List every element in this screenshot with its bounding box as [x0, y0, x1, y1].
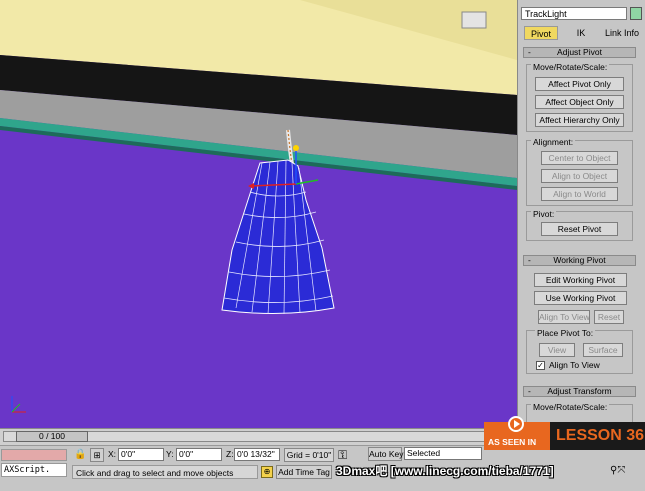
- time-slider-thumb[interactable]: 0 / 100: [16, 431, 88, 442]
- viewport-scene: [0, 0, 517, 428]
- viewport-corner-widget: [461, 11, 487, 29]
- group-label: Move/Rotate/Scale:: [531, 402, 610, 412]
- object-name-field[interactable]: TrackLight: [521, 7, 627, 20]
- align-to-world-button[interactable]: Align to World: [541, 187, 618, 201]
- rollout-adjust-pivot[interactable]: - Adjust Pivot: [523, 47, 636, 58]
- play-icon: [508, 416, 524, 432]
- group-label: Move/Rotate/Scale:: [531, 62, 610, 72]
- edit-working-pivot-button[interactable]: Edit Working Pivot: [534, 273, 627, 287]
- group-label: Place Pivot To:: [535, 328, 596, 338]
- z-coordinate-label: Z:: [226, 449, 234, 459]
- lock-icon[interactable]: 🔒: [74, 449, 86, 461]
- maxscript-mini-listener[interactable]: AXScript.: [1, 463, 67, 477]
- perspective-viewport[interactable]: [0, 0, 517, 428]
- align-to-view-button[interactable]: Align To View: [538, 310, 590, 324]
- key-icon[interactable]: ⚿: [338, 448, 362, 462]
- object-color-swatch[interactable]: [630, 7, 642, 20]
- as-seen-in-block: AS SEEN IN: [484, 416, 550, 450]
- affect-hierarchy-only-button[interactable]: Affect Hierarchy Only: [535, 113, 624, 127]
- command-panel: TrackLight Pivot IK Link Info - Adjust P…: [517, 0, 645, 428]
- viewport-navigation-icons[interactable]: ⚲⤧: [610, 464, 640, 478]
- rollout-title: Adjust Transform: [547, 386, 612, 396]
- align-to-view-checkbox[interactable]: ✓: [536, 361, 545, 370]
- rollout-collapse-icon: -: [528, 255, 531, 265]
- reset-pivot-button[interactable]: Reset Pivot: [541, 222, 618, 236]
- tab-link-info[interactable]: Link Info: [602, 26, 642, 40]
- reset-working-pivot-button[interactable]: Reset: [594, 310, 624, 324]
- key-filter-dropdown[interactable]: Selected: [404, 447, 482, 460]
- align-to-object-button[interactable]: Align to Object: [541, 169, 618, 183]
- center-to-object-button[interactable]: Center to Object: [541, 151, 618, 165]
- group-move-rotate-scale: Move/Rotate/Scale: Affect Pivot Only Aff…: [526, 62, 633, 132]
- x-coordinate-field[interactable]: 0'0": [118, 448, 164, 461]
- absolute-mode-icon[interactable]: ⊞: [90, 448, 104, 462]
- grid-readout: Grid = 0'10": [284, 448, 334, 462]
- y-coordinate-label: Y:: [166, 449, 174, 459]
- rollout-working-pivot[interactable]: - Working Pivot: [523, 255, 636, 266]
- watermark-text: 3Dmax吧 [www.linecg.com/tieba/1771]: [336, 464, 554, 478]
- rollout-title: Working Pivot: [553, 255, 606, 265]
- add-time-tag-button[interactable]: Add Time Tag: [276, 465, 332, 479]
- rollout-title: Adjust Pivot: [557, 47, 602, 57]
- group-alignment: Alignment: Center to Object Align to Obj…: [526, 137, 633, 206]
- tab-pivot[interactable]: Pivot: [524, 26, 558, 40]
- lesson-badge: AS SEEN IN LESSON 36: [484, 414, 645, 450]
- rollout-collapse-icon: -: [528, 47, 531, 57]
- lesson-number-block: LESSON 36: [550, 422, 645, 450]
- rollout-collapse-icon: -: [528, 386, 531, 396]
- use-working-pivot-button[interactable]: Use Working Pivot: [534, 291, 627, 305]
- as-seen-in-text: AS SEEN IN: [488, 437, 537, 447]
- group-pivot: Pivot: Reset Pivot: [526, 209, 633, 241]
- affect-pivot-only-button[interactable]: Affect Pivot Only: [535, 77, 624, 91]
- y-coordinate-field[interactable]: 0'0": [176, 448, 222, 461]
- time-tag-icon[interactable]: ⊕: [261, 466, 273, 478]
- group-place-pivot-to: Place Pivot To: View Surface ✓ Align To …: [526, 328, 633, 374]
- align-to-view-checkbox-label: Align To View: [549, 360, 600, 370]
- place-pivot-view-button[interactable]: View: [539, 343, 575, 357]
- lesson-number-text: LESSON 36: [556, 427, 645, 444]
- tab-ik[interactable]: IK: [566, 26, 596, 40]
- group-label: Pivot:: [531, 209, 557, 219]
- rollout-adjust-transform[interactable]: - Adjust Transform: [523, 386, 636, 397]
- group-label: Alignment:: [531, 137, 576, 147]
- z-coordinate-field[interactable]: 0'0 13/32": [234, 448, 280, 461]
- x-coordinate-label: X:: [108, 449, 117, 459]
- maxscript-listener-output[interactable]: [1, 449, 67, 461]
- prompt-line: Click and drag to select and move object…: [72, 465, 258, 479]
- auto-key-button[interactable]: Auto Key: [368, 447, 404, 461]
- affect-object-only-button[interactable]: Affect Object Only: [535, 95, 624, 109]
- place-pivot-surface-button[interactable]: Surface: [583, 343, 623, 357]
